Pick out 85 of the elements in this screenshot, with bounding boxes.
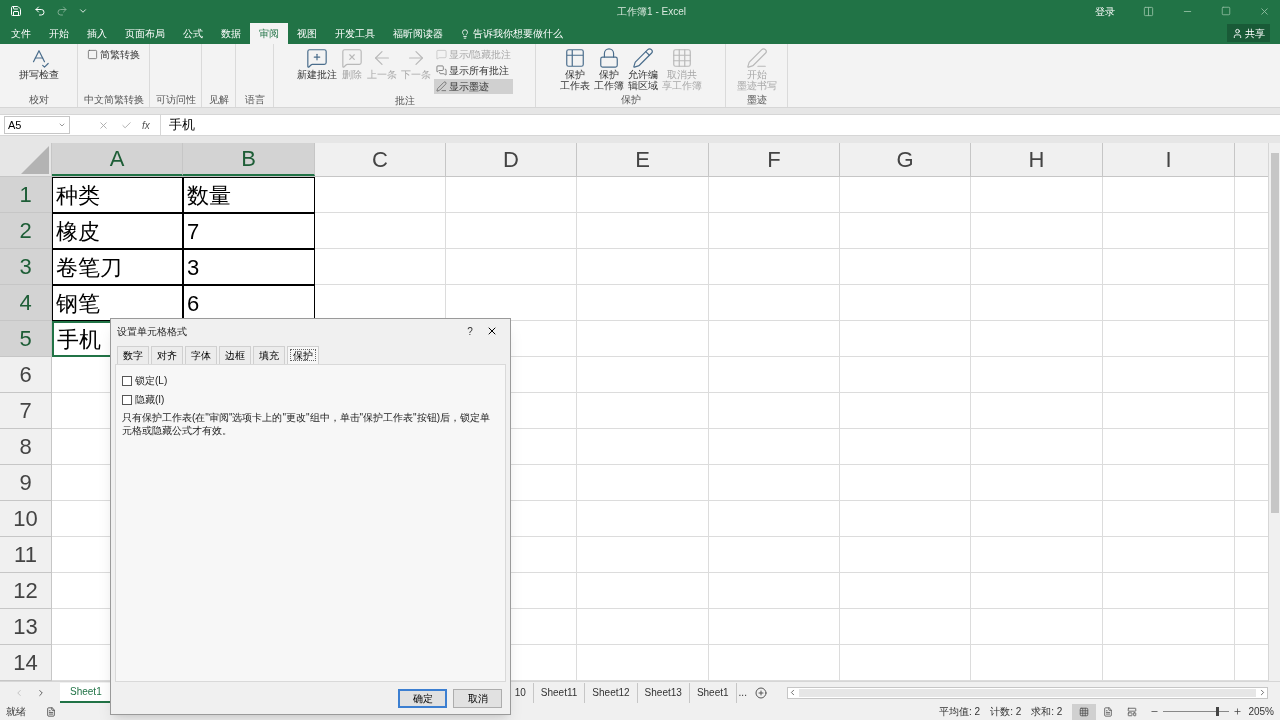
dialog-tab[interactable]: 边框 (219, 346, 251, 364)
name-box[interactable]: A5 (4, 116, 70, 134)
menu-tab[interactable]: 插入 (78, 23, 116, 44)
column-header[interactable]: A (52, 143, 183, 176)
dialog-tab[interactable]: 保护 (287, 346, 319, 364)
share-button[interactable]: 共享 (1227, 24, 1270, 42)
group-label: 保护 (619, 93, 642, 107)
group-label: 校对 (27, 93, 50, 107)
column-header[interactable]: D (446, 143, 577, 176)
checkbox-option[interactable]: 锁定(L) (122, 373, 168, 388)
ready-status: 就绪 (6, 705, 26, 719)
sheet-tab[interactable]: Sheet11 (533, 682, 586, 703)
table-cell: 橡皮 (52, 213, 183, 249)
menu-tab[interactable]: 页面布局 (116, 23, 174, 44)
ribbon-toggle[interactable]: 显示墨迹 (433, 79, 514, 94)
row-header[interactable]: 13 (0, 609, 52, 645)
group-label: 批注 (393, 94, 416, 108)
menu-tab[interactable]: 福昕阅读器 (384, 23, 452, 44)
menu-tab[interactable]: 开始 (40, 23, 78, 44)
row-header[interactable]: 14 (0, 645, 52, 681)
group-label: 中文简繁转换 (82, 93, 145, 107)
status-stat: 平均值: 2 (939, 705, 981, 719)
checkbox-option[interactable]: 隐藏(I) (122, 392, 165, 407)
table-cell: 卷笔刀 (52, 249, 183, 285)
table-cell: 7 (183, 213, 315, 249)
menu-tab[interactable]: 文件 (2, 23, 40, 44)
ribbon-button[interactable]: 拼写检查 (17, 47, 60, 80)
row-header[interactable]: 12 (0, 573, 52, 609)
ribbon-button[interactable]: 允许编 辑区域 (626, 47, 659, 91)
menu-tab[interactable]: 公式 (174, 23, 212, 44)
ribbon-button[interactable]: 新建批注 (295, 47, 338, 80)
row-header[interactable]: 10 (0, 501, 52, 537)
row-header[interactable]: 11 (0, 537, 52, 573)
column-header[interactable]: B (183, 143, 315, 176)
column-header[interactable]: H (971, 143, 1103, 176)
more-sheets-button[interactable]: ... (736, 685, 749, 700)
menu-tab[interactable]: 视图 (288, 23, 326, 44)
sign-in-link[interactable]: 登录 (1095, 3, 1115, 19)
column-header[interactable]: I (1103, 143, 1235, 176)
table-cell: 种类 (52, 177, 183, 213)
window-title: 工作簿1 - Excel (617, 4, 686, 19)
zoom-level[interactable]: 205% (1248, 704, 1274, 719)
tell-me-field[interactable]: 告诉我你想要做什么 (460, 23, 563, 44)
row-header[interactable]: 4 (0, 285, 52, 321)
row-header[interactable]: 1 (0, 177, 52, 213)
ribbon-button[interactable]: 保护 工作表 (558, 47, 591, 91)
row-header[interactable]: 7 (0, 393, 52, 429)
status-stat: 求和: 2 (1031, 705, 1063, 719)
dialog-tab[interactable]: 数字 (117, 346, 149, 364)
group-label: 见解 (207, 93, 230, 107)
row-header[interactable]: 6 (0, 357, 52, 393)
column-header[interactable]: F (709, 143, 840, 176)
row-header[interactable]: 3 (0, 249, 52, 285)
table-cell: 数量 (183, 177, 315, 213)
ribbon-toggle[interactable]: 显示所有批注 (433, 63, 514, 78)
column-header[interactable]: E (577, 143, 709, 176)
column-header[interactable]: G (840, 143, 971, 176)
dialog-button[interactable]: 确定 (398, 689, 447, 708)
sheet-tab[interactable]: Sheet12 (585, 682, 638, 703)
formula-input[interactable]: 手机 (159, 115, 1276, 135)
dialog-button[interactable]: 取消 (453, 689, 502, 708)
row-header[interactable]: 8 (0, 429, 52, 465)
ribbon-toggle[interactable]: 简繁转换 (85, 47, 142, 62)
column-header[interactable]: C (315, 143, 446, 176)
menu-tab[interactable]: 开发工具 (326, 23, 384, 44)
insert-function-button[interactable]: fx (142, 117, 150, 133)
group-label: 墨迹 (745, 93, 768, 107)
help-button[interactable]: ? (460, 323, 480, 339)
row-header[interactable]: 5 (0, 321, 52, 357)
protection-note: 只有保护工作表(在"审阅"选项卡上的"更改"组中，单击"保护工作表"按钮)后，锁定单元格或隐藏公式才有效。 (122, 411, 491, 437)
status-stat: 计数: 2 (990, 705, 1022, 719)
menu-tab[interactable]: 审阅 (250, 23, 288, 44)
dialog-tab[interactable]: 填充 (253, 346, 285, 364)
row-header[interactable]: 9 (0, 465, 52, 501)
row-header[interactable]: 2 (0, 213, 52, 249)
sheet-tab[interactable]: Sheet13 (637, 682, 690, 703)
menu-tab[interactable]: 数据 (212, 23, 250, 44)
ribbon-button[interactable]: 保护 工作簿 (592, 47, 625, 91)
group-label: 语言 (243, 93, 266, 107)
table-cell: 3 (183, 249, 315, 285)
dialog-tab[interactable]: 对齐 (151, 346, 183, 364)
dialog-tab[interactable]: 字体 (185, 346, 217, 364)
sheet-tab[interactable]: Sheet1 (60, 682, 112, 703)
sheet-tab[interactable]: Sheet1 (689, 682, 737, 703)
group-label: 可访问性 (154, 93, 197, 107)
